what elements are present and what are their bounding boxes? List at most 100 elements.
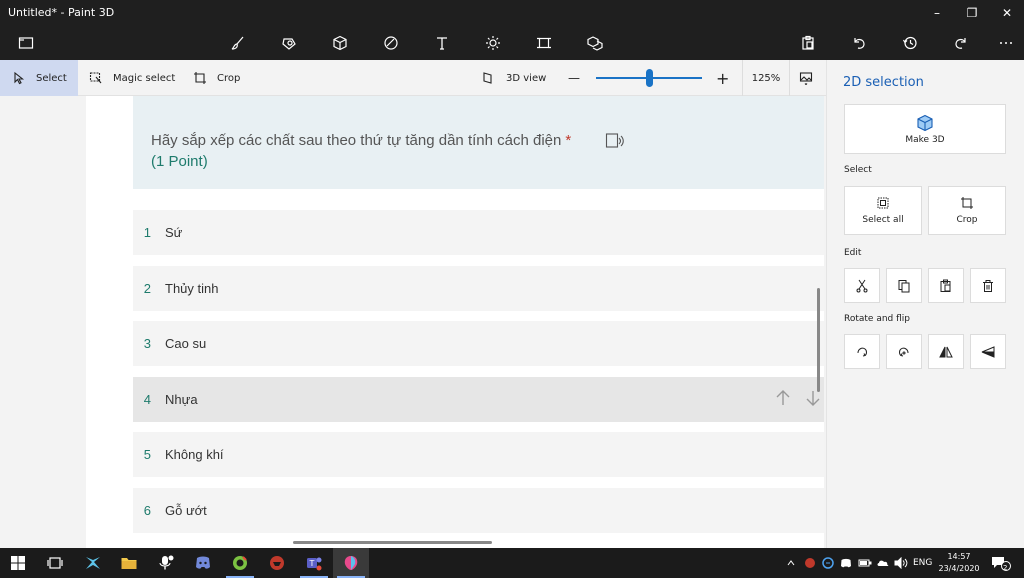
flip-vertical-icon — [981, 345, 995, 358]
select-tool-label: Select — [36, 72, 67, 84]
select-section-label: Select — [844, 165, 872, 175]
crop-button[interactable]: Crop — [928, 186, 1006, 235]
input-language[interactable]: ENG — [913, 548, 932, 578]
text-icon[interactable] — [425, 26, 459, 60]
vertical-scrollbar[interactable] — [817, 288, 820, 392]
menu-folder-icon[interactable] — [9, 26, 43, 60]
ranking-row[interactable]: 4 Nhựa — [133, 376, 824, 422]
canvas[interactable]: Hãy sắp xếp các chất sau theo thứ tự tăn… — [86, 96, 824, 548]
scissors-icon — [856, 279, 868, 292]
tray-onedrive[interactable] — [876, 548, 890, 578]
rotate-right-button[interactable] — [844, 334, 880, 369]
taskbar-app-red[interactable] — [259, 548, 295, 578]
effects-icon[interactable] — [476, 26, 510, 60]
2d-shapes-icon[interactable] — [272, 26, 306, 60]
minimize-button[interactable]: – — [920, 0, 954, 26]
taskbar-paint-3d[interactable] — [333, 548, 369, 578]
stickers-icon[interactable] — [374, 26, 408, 60]
ranking-row[interactable]: 2 Thủy tinh — [133, 265, 824, 311]
title-bar: Untitled* - Paint 3D – ❐ ✕ — [0, 0, 1024, 26]
cloud-icon — [877, 560, 889, 566]
paste-icon[interactable] — [791, 26, 825, 60]
close-button[interactable]: ✕ — [990, 0, 1024, 26]
discord-icon — [196, 556, 210, 569]
redo-icon[interactable] — [944, 26, 978, 60]
magic-select-button[interactable]: Magic select — [89, 60, 175, 96]
zoom-slider-thumb[interactable] — [646, 69, 653, 87]
rotate-section-label: Rotate and flip — [844, 314, 911, 324]
flip-horizontal-button[interactable] — [928, 334, 964, 369]
crop-icon — [961, 197, 973, 209]
crop-label: Crop — [956, 215, 978, 225]
ranking-row[interactable]: 6 Gỗ ướt — [133, 487, 824, 533]
green-app-icon — [233, 556, 247, 570]
3d-shapes-icon[interactable] — [323, 26, 357, 60]
system-clock[interactable]: 14:57 23/4/2020 — [937, 551, 981, 575]
flip-vertical-button[interactable] — [970, 334, 1006, 369]
undo-icon[interactable] — [842, 26, 876, 60]
paint-3d-icon — [344, 556, 358, 570]
show-hidden-icons[interactable] — [786, 548, 796, 578]
canvas-icon[interactable] — [527, 26, 561, 60]
tray-discord[interactable] — [840, 548, 852, 578]
question-points: (1 Point) — [151, 153, 208, 170]
ranking-label: Nhựa — [165, 391, 198, 407]
tray-app-blue[interactable] — [822, 548, 834, 578]
taskbar-file-explorer[interactable] — [111, 548, 147, 578]
speaker-icon — [894, 557, 908, 569]
crop-tool-label: Crop — [217, 72, 241, 84]
immersive-reader-icon[interactable] — [605, 132, 625, 150]
make-3d-button[interactable]: Make 3D — [844, 104, 1006, 154]
cut-button[interactable] — [844, 268, 880, 303]
select-tool-button[interactable]: Select — [0, 60, 78, 96]
move-down-arrow-icon[interactable] — [803, 388, 823, 408]
taskbar-discord[interactable] — [185, 548, 221, 578]
tray-app-red[interactable] — [804, 548, 816, 578]
zoom-in-button[interactable]: + — [716, 60, 729, 96]
tray-volume[interactable] — [894, 548, 908, 578]
ranking-label: Gỗ ướt — [165, 502, 207, 518]
more-options-icon[interactable] — [989, 26, 1023, 60]
question-title: Hãy sắp xếp các chất sau theo thứ tự tăn… — [151, 132, 562, 149]
rotate-left-button[interactable] — [886, 334, 922, 369]
taskbar-voice-recorder[interactable] — [148, 548, 184, 578]
move-up-arrow-icon[interactable] — [773, 388, 793, 408]
paste-button[interactable] — [928, 268, 964, 303]
discord-tray-icon — [841, 558, 851, 568]
taskbar: T ENG 14:57 23/4/2020 2 — [0, 548, 1024, 578]
horizontal-scrollbar[interactable] — [293, 541, 492, 544]
zoom-out-button[interactable]: — — [568, 60, 580, 96]
copy-button[interactable] — [886, 268, 922, 303]
tray-battery[interactable] — [858, 548, 872, 578]
teams-icon: T — [307, 557, 322, 571]
ranking-row[interactable]: 1 Sứ — [133, 210, 824, 255]
clock-date: 23/4/2020 — [938, 564, 980, 573]
ranking-number: 3 — [143, 336, 151, 351]
ranking-row[interactable]: 3 Cao su — [133, 321, 824, 366]
properties-panel: 2D selection Make 3D Select Select all C… — [826, 60, 1024, 548]
ranking-label: Sứ — [165, 225, 183, 240]
main-toolbar — [0, 26, 1024, 60]
windows-logo-icon — [11, 556, 25, 570]
zoom-level[interactable]: 125% — [742, 60, 790, 96]
task-view-button[interactable] — [37, 548, 73, 578]
taskbar-app-green[interactable] — [222, 548, 258, 578]
select-all-icon — [877, 197, 889, 209]
brushes-icon[interactable] — [221, 26, 255, 60]
history-icon[interactable] — [893, 26, 927, 60]
3d-view-button[interactable]: 3D view — [482, 60, 546, 96]
chevron-up-icon — [787, 560, 795, 566]
ranking-row[interactable]: 5 Không khí — [133, 432, 824, 477]
select-all-button[interactable]: Select all — [844, 186, 922, 235]
restore-button[interactable]: ❐ — [955, 0, 989, 26]
start-button[interactable] — [0, 548, 36, 578]
delete-button[interactable] — [970, 268, 1006, 303]
taskbar-microsoft-teams[interactable]: T — [296, 548, 332, 578]
taskbar-app-bird[interactable] — [75, 548, 111, 578]
action-center-button[interactable]: 2 — [991, 548, 1011, 578]
view-options-button[interactable] — [799, 60, 823, 96]
crop-tool-button[interactable]: Crop — [193, 60, 240, 96]
microphone-icon — [159, 555, 174, 570]
3d-library-icon[interactable] — [578, 26, 612, 60]
ranking-number: 4 — [143, 391, 151, 407]
